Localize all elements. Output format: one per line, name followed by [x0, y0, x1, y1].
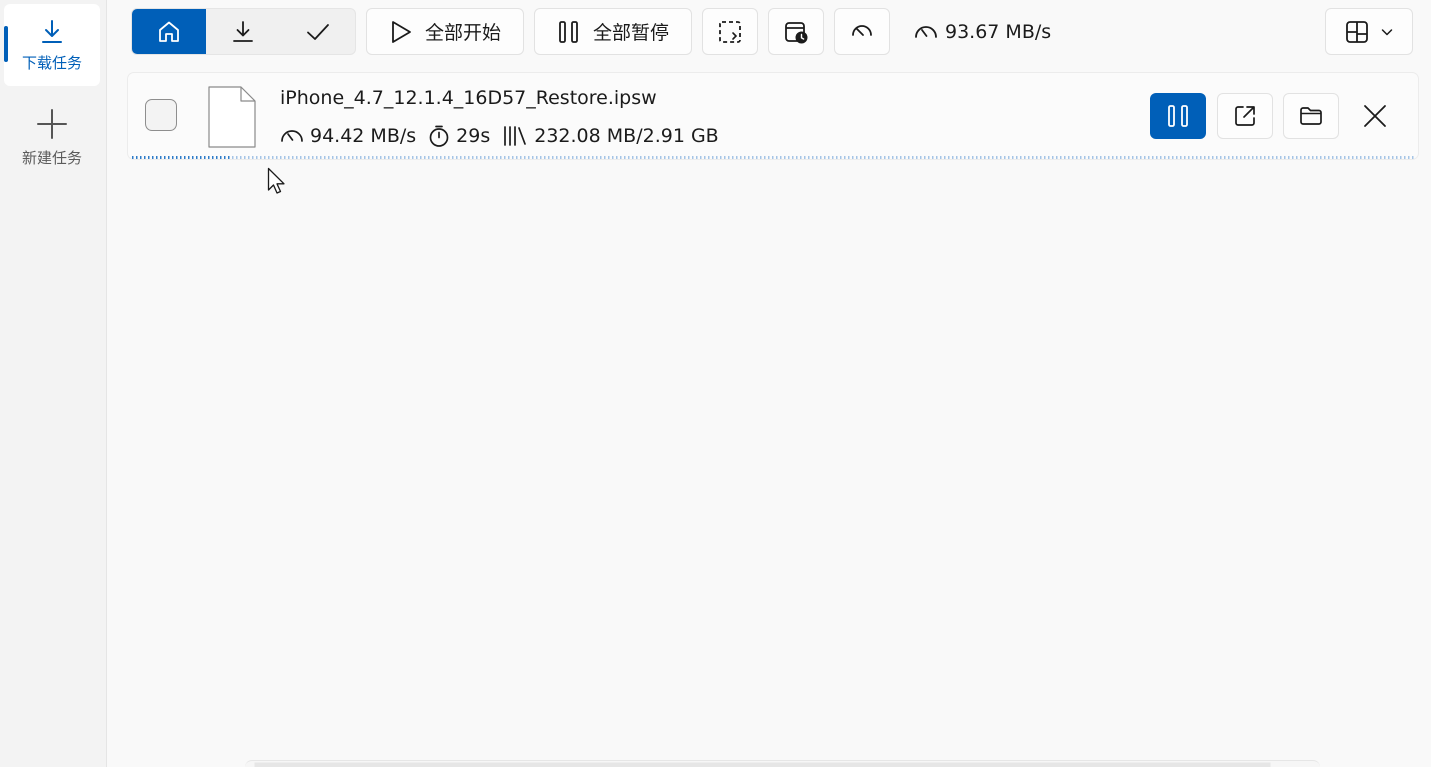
task-speed: 94.42 MB/s: [280, 125, 416, 147]
mouse-cursor-icon: [267, 167, 285, 194]
filter-completed-button[interactable]: [281, 9, 355, 54]
download-icon: [233, 20, 254, 42]
sidebar: 下载任务 新建任务: [0, 0, 107, 767]
stopwatch-icon: [429, 125, 449, 147]
plus-icon: [37, 108, 67, 139]
checkmark-icon: [306, 23, 329, 40]
schedule-button[interactable]: [768, 8, 824, 55]
folder-icon: [1300, 107, 1322, 125]
download-icon: [42, 19, 62, 43]
task-checkbox[interactable]: [145, 99, 177, 131]
speedometer-icon: [915, 25, 937, 38]
chevron-down-icon: [1381, 28, 1393, 35]
bottom-panel-edge: [245, 760, 1320, 767]
start-all-button[interactable]: 全部开始: [366, 8, 524, 55]
filter-all-button[interactable]: [132, 9, 207, 54]
layout-switch-dropdown[interactable]: [1325, 8, 1413, 55]
close-icon: [1364, 105, 1386, 127]
sidebar-item-downloads[interactable]: 下载任务: [4, 4, 100, 86]
delete-task-button[interactable]: [1347, 93, 1403, 139]
open-folder-button[interactable]: [1283, 93, 1339, 139]
pause-icon: [559, 20, 578, 43]
play-icon: [392, 20, 411, 43]
library-icon: [504, 126, 527, 146]
remaining-time-value: 29s: [456, 125, 491, 147]
select-mode-button[interactable]: [702, 8, 758, 55]
pause-all-button[interactable]: 全部暂停: [534, 8, 692, 55]
sidebar-item-label: 新建任务: [21, 148, 82, 167]
calendar-clock-icon: [785, 21, 808, 43]
home-icon: [159, 21, 180, 42]
speedometer-icon: [281, 130, 303, 142]
start-all-label: 全部开始: [424, 22, 501, 44]
active-indicator: [4, 26, 8, 62]
dashed-select-icon: [719, 20, 741, 43]
progress-bar: [132, 156, 1414, 159]
speed-limit-button[interactable]: [834, 8, 890, 55]
sidebar-item-label: 下载任务: [21, 53, 82, 72]
total-speed-value: 93.67 MB/s: [945, 20, 1052, 43]
pause-all-label: 全部暂停: [592, 22, 669, 44]
total-speed-indicator: 93.67 MB/s: [913, 8, 1051, 55]
open-external-icon: [1235, 106, 1255, 126]
task-meta: 94.42 MB/s 29s 232.08 MB/2.91 GB: [280, 123, 731, 149]
progress-bar-fill: [132, 156, 232, 159]
task-size: 232.08 MB/2.91 GB: [502, 124, 719, 148]
task-filter-segmented: [131, 8, 356, 55]
download-task-card[interactable]: iPhone_4.7_12.1.4_16D57_Restore.ipsw 94.…: [127, 72, 1419, 160]
pause-task-button[interactable]: [1150, 93, 1206, 139]
file-name: iPhone_4.7_12.1.4_16D57_Restore.ipsw: [280, 87, 657, 109]
pause-icon: [1168, 105, 1188, 127]
speedometer-icon: [852, 24, 872, 36]
size-progress-value: 232.08 MB/2.91 GB: [534, 125, 719, 147]
open-file-button[interactable]: [1217, 93, 1273, 139]
sidebar-item-new-task[interactable]: 新建任务: [4, 96, 100, 178]
filter-downloading-button[interactable]: [206, 9, 280, 54]
task-speed-value: 94.42 MB/s: [310, 125, 417, 147]
task-remaining-time: 29s: [428, 124, 490, 148]
file-icon: [208, 86, 256, 148]
layout-icon: [1346, 20, 1368, 43]
